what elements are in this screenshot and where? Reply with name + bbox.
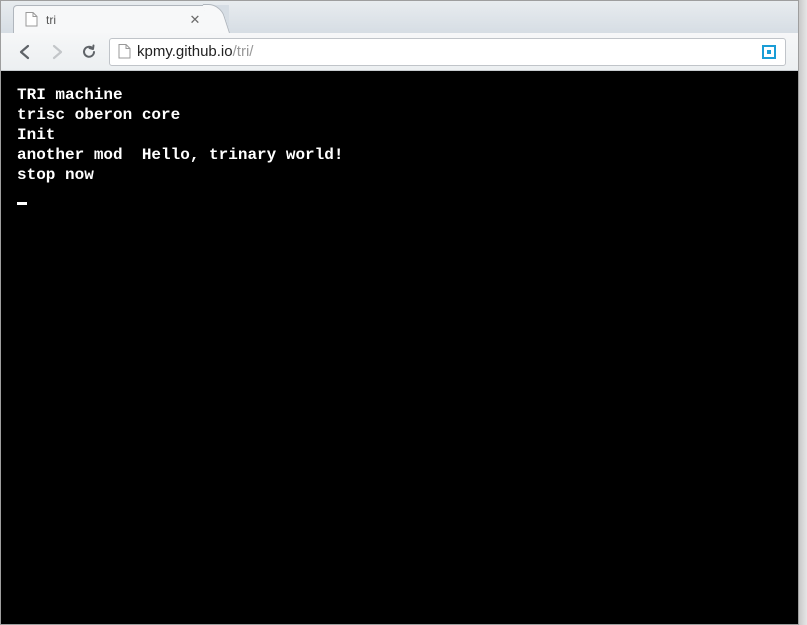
terminal-line: TRI machine: [17, 86, 123, 104]
address-bar[interactable]: kpmy.github.io/tri/: [109, 38, 786, 66]
tab-curve: [213, 5, 229, 33]
url-host: kpmy.github.io: [137, 43, 233, 60]
file-icon: [24, 13, 38, 27]
navigation-bar: kpmy.github.io/tri/: [1, 33, 798, 71]
terminal-line: stop now: [17, 166, 94, 184]
page-content: TRI machine trisc oberon core Init anoth…: [1, 71, 798, 624]
window-edge: [799, 0, 807, 625]
tab-title: tri: [46, 13, 56, 27]
forward-button[interactable]: [45, 40, 69, 64]
terminal-cursor: [17, 202, 27, 205]
url-path: /tri/: [233, 43, 254, 60]
url-display: kpmy.github.io/tri/: [137, 43, 755, 60]
close-tab-icon[interactable]: ✕: [188, 13, 202, 27]
terminal-line: Init: [17, 126, 55, 144]
back-button[interactable]: [13, 40, 37, 64]
browser-tab[interactable]: tri ✕: [13, 5, 213, 33]
browser-window: tri ✕: [0, 0, 799, 625]
site-info-icon[interactable]: [118, 44, 131, 59]
tab-bar: tri ✕: [1, 1, 798, 33]
reload-button[interactable]: [77, 40, 101, 64]
terminal-line: trisc oberon core: [17, 106, 180, 124]
bookmark-icon[interactable]: [761, 44, 777, 60]
terminal-line: another mod Hello, trinary world!: [17, 146, 343, 164]
